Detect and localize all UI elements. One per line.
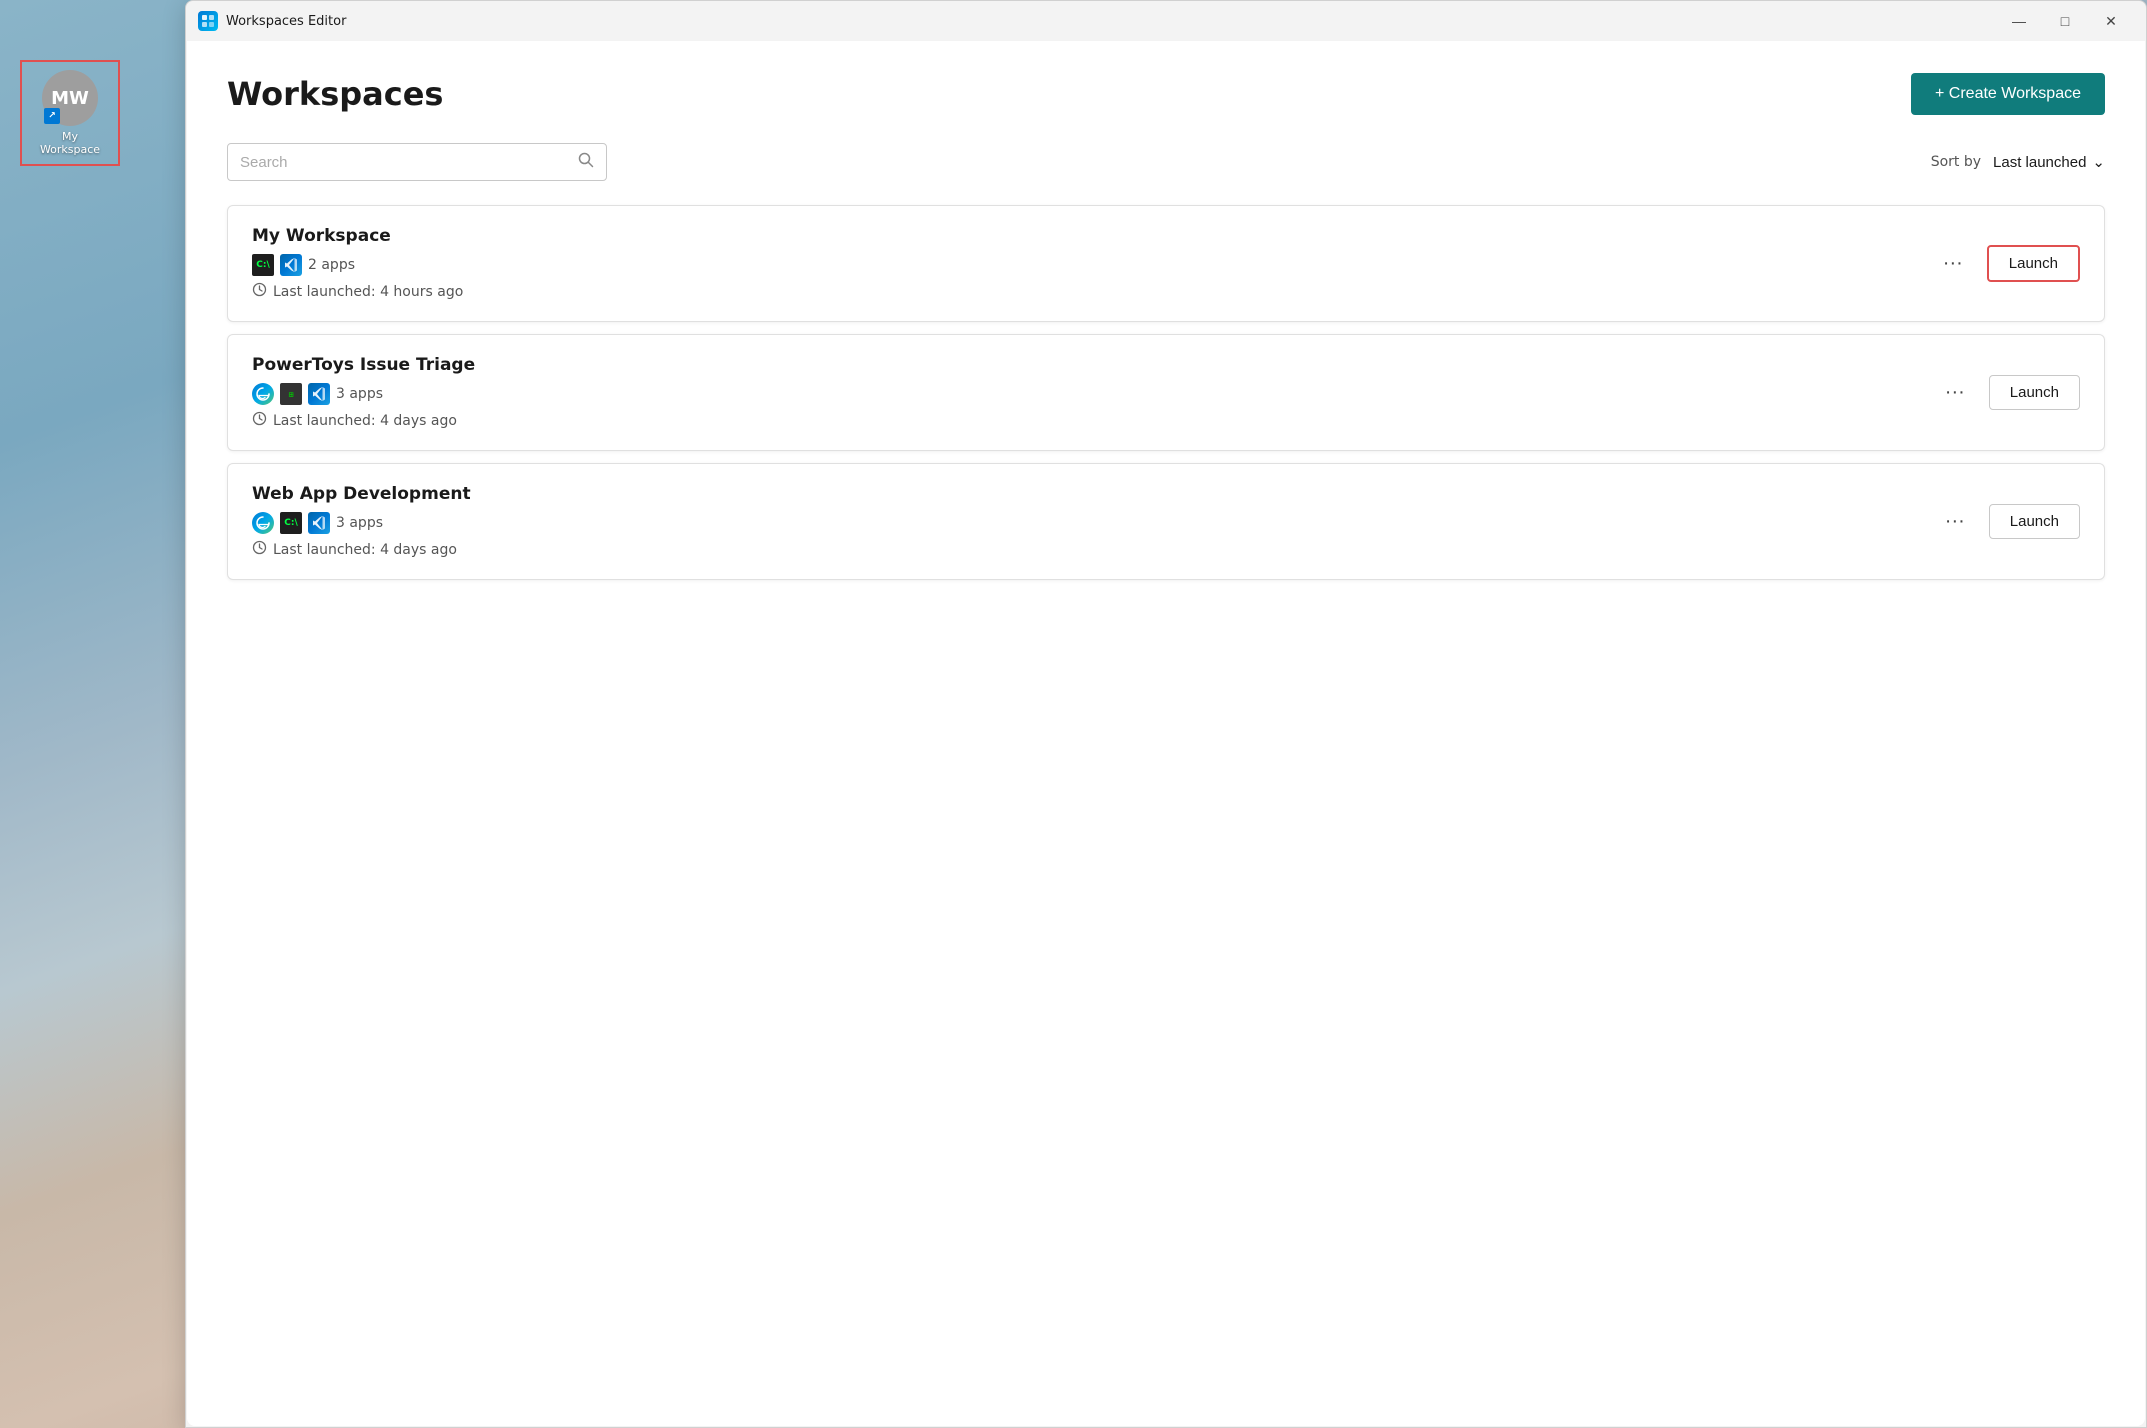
app-window: Workspaces Editor — □ ✕ Workspaces + Cre… — [185, 0, 2147, 1428]
title-bar-left: Workspaces Editor — [198, 11, 346, 31]
sort-chevron-icon: ⌄ — [2092, 153, 2105, 171]
workspace-card-name: PowerToys Issue Triage — [252, 355, 1937, 375]
more-options-button[interactable]: ··· — [1937, 506, 1973, 537]
desktop-icon-initials: MW — [51, 88, 89, 109]
workspace-card-apps: ⊞ 3 apps — [252, 383, 1937, 405]
workspace-card: PowerToys Issue Triage ⊞ 3 apps — [227, 334, 2105, 451]
create-workspace-button[interactable]: + Create Workspace — [1911, 73, 2105, 115]
desktop-icon-circle: MW ↗ — [42, 70, 98, 126]
sort-value: Last launched — [1993, 154, 2086, 171]
search-icon — [578, 152, 594, 172]
maximize-button[interactable]: □ — [2042, 5, 2088, 37]
sort-dropdown-button[interactable]: Last launched ⌄ — [1993, 153, 2105, 171]
launch-button[interactable]: Launch — [1989, 504, 2080, 539]
apps-count: 2 apps — [308, 257, 355, 273]
workspace-card-meta: Last launched: 4 days ago — [252, 540, 1937, 559]
workspace-card-left: Web App Development C:\ 3 apps — [252, 484, 1937, 559]
desktop-icon-wrapper[interactable]: MW ↗ MyWorkspace — [20, 60, 120, 166]
last-launched: Last launched: 4 days ago — [273, 542, 457, 558]
workspace-card-meta: Last launched: 4 hours ago — [252, 282, 1935, 301]
sort-label: Sort by — [1931, 154, 1981, 170]
workspace-card-meta: Last launched: 4 days ago — [252, 411, 1937, 430]
last-launched: Last launched: 4 hours ago — [273, 284, 463, 300]
clock-icon — [252, 540, 267, 559]
workspace-card-name: My Workspace — [252, 226, 1935, 246]
workspace-list: My Workspace C:\ 2 apps Last launched: 4… — [227, 205, 2105, 580]
search-sort-row: Sort by Last launched ⌄ — [227, 143, 2105, 181]
app-content: Workspaces + Create Workspace Sort by La… — [187, 41, 2145, 1426]
desktop-icon-arrow: ↗ — [44, 108, 60, 124]
workspace-card-apps: C:\ 2 apps — [252, 254, 1935, 276]
desktop-icon-label: MyWorkspace — [40, 130, 100, 156]
sort-row: Sort by Last launched ⌄ — [1931, 153, 2105, 171]
clock-icon — [252, 282, 267, 301]
header-row: Workspaces + Create Workspace — [227, 73, 2105, 115]
minimize-button[interactable]: — — [1996, 5, 2042, 37]
app-logo-icon — [198, 11, 218, 31]
workspace-card-left: My Workspace C:\ 2 apps Last launched: 4… — [252, 226, 1935, 301]
page-title: Workspaces — [227, 75, 443, 113]
workspace-card-right: ··· Launch — [1937, 504, 2080, 539]
workspace-card-name: Web App Development — [252, 484, 1937, 504]
title-bar: Workspaces Editor — □ ✕ — [186, 1, 2146, 41]
last-launched: Last launched: 4 days ago — [273, 413, 457, 429]
close-button[interactable]: ✕ — [2088, 5, 2134, 37]
title-bar-title: Workspaces Editor — [226, 14, 346, 29]
search-box — [227, 143, 607, 181]
clock-icon — [252, 411, 267, 430]
workspace-card-right: ··· Launch — [1937, 375, 2080, 410]
workspace-card-apps: C:\ 3 apps — [252, 512, 1937, 534]
workspace-card: My Workspace C:\ 2 apps Last launched: 4… — [227, 205, 2105, 322]
more-options-button[interactable]: ··· — [1937, 377, 1973, 408]
workspace-card-right: ··· Launch — [1935, 245, 2080, 282]
launch-button[interactable]: Launch — [1989, 375, 2080, 410]
desktop-icon[interactable]: MW ↗ MyWorkspace — [30, 70, 110, 156]
workspace-card: Web App Development C:\ 3 apps — [227, 463, 2105, 580]
title-bar-controls: — □ ✕ — [1996, 5, 2134, 37]
apps-count: 3 apps — [336, 386, 383, 402]
launch-button[interactable]: Launch — [1987, 245, 2080, 282]
search-input[interactable] — [240, 154, 570, 171]
apps-count: 3 apps — [336, 515, 383, 531]
more-options-button[interactable]: ··· — [1935, 248, 1971, 279]
workspace-card-left: PowerToys Issue Triage ⊞ 3 apps — [252, 355, 1937, 430]
